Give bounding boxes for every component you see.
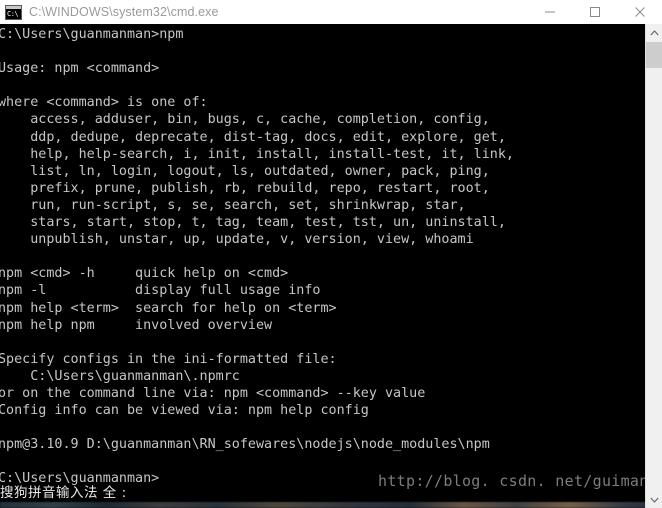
scrollbar-thumb[interactable] [646, 42, 662, 68]
scrollbar-track[interactable] [646, 41, 662, 491]
vertical-scrollbar[interactable] [645, 24, 662, 508]
maximize-icon [589, 7, 600, 17]
ime-status-bar[interactable]: 搜狗拼音输入法 全 : [0, 483, 300, 503]
cmd-console-icon: C:\ [5, 4, 22, 20]
cmd-icon-screen-text: C:\ [6, 8, 21, 19]
minimize-button[interactable] [527, 0, 572, 24]
title-bar[interactable]: C:\ C:\WINDOWS\system32\cmd.exe [0, 0, 662, 25]
chevron-down-icon [649, 497, 659, 503]
window-controls [527, 0, 662, 24]
scroll-down-button[interactable] [646, 491, 662, 508]
maximize-button[interactable] [572, 0, 617, 24]
window-title: C:\WINDOWS\system32\cmd.exe [29, 5, 219, 19]
console-text: C:\Users\guanmanman>npm Usage: npm <comm… [0, 27, 514, 487]
blog-watermark: http://blog. csdn. net/guiman [378, 472, 649, 490]
minimize-icon [544, 11, 555, 13]
close-button[interactable] [617, 0, 662, 24]
scroll-up-button[interactable] [646, 24, 662, 41]
console-output-area[interactable]: C:\Users\guanmanman>npm Usage: npm <comm… [0, 24, 645, 508]
chevron-up-icon [649, 29, 659, 35]
taskbar-sliver [0, 502, 662, 508]
close-icon [634, 7, 645, 17]
cmd-window: C:\ C:\WINDOWS\system32\cmd.exe C:\Users… [0, 0, 662, 508]
